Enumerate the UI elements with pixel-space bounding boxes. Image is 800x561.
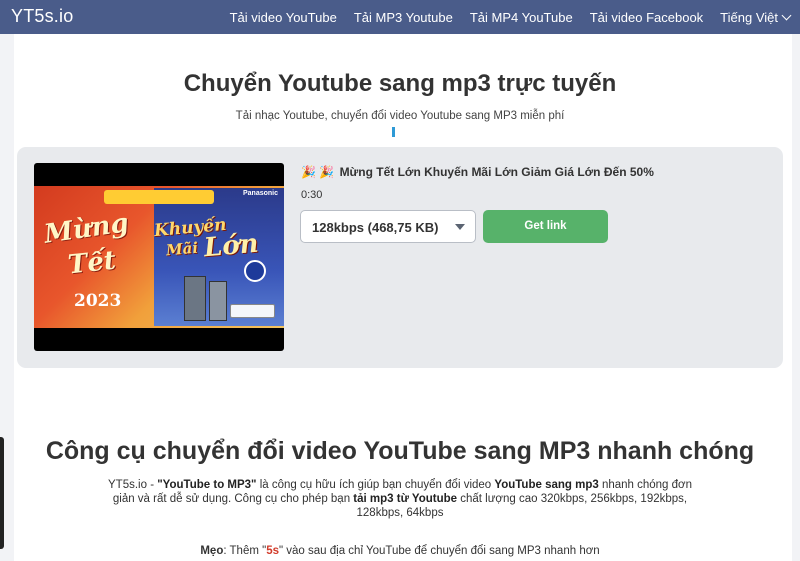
fridge-image [184,276,206,321]
tip-part: : Thêm " [223,545,267,557]
video-title: 🎉 🎉 Mừng Tết Lớn Khuyến Mãi Lớn Giảm Giá… [301,165,654,179]
thumbnail-text-lon: Lớn [202,228,260,264]
desc-bold: tải mp3 từ Youtube [353,493,458,505]
nav-link-youtube-mp3[interactable]: Tải MP3 Youtube [354,10,453,25]
nav-link-youtube-mp4[interactable]: Tải MP4 YouTube [470,10,573,25]
desc-bold: YouTube sang mp3 [494,479,599,491]
tip-label: Mẹo [200,545,224,557]
page-subtitle: Tải nhạc Youtube, chuyển đổi video Youtu… [235,110,565,122]
badge-icon [244,260,266,282]
quality-select[interactable]: 128kbps (468,75 KB) [300,210,476,243]
loading-indicator [392,127,395,137]
thumbnail-text-mung: Mừng [42,208,131,250]
thumbnail-brand: Panasonic [242,190,278,197]
video-duration: 0:30 [301,189,323,201]
air-conditioner-image [230,304,275,318]
thumbnail-text-tet: Tết [66,245,118,281]
thumbnail-artwork: Panasonic Mừng Tết 2023 Khuyến Mãi Lớn [34,186,284,328]
language-dropdown[interactable]: Tiếng Việt [720,9,792,25]
get-link-button[interactable]: Get link [483,210,608,243]
caret-down-icon [455,224,465,230]
desc-bold: "YouTube to MP3" [157,479,257,491]
thumbnail-text-mai: Mãi [165,238,199,260]
chevron-down-icon [781,10,792,20]
tip-highlight: 5s [266,545,279,557]
page-title: Chuyển Youtube sang mp3 trực tuyến [183,70,617,97]
section-title: Công cụ chuyển đổi video YouTube sang MP… [45,437,755,465]
desc-text: YT5s.io - [108,479,158,491]
tip-text: Mẹo: Thêm "5s" vào sau địa chỉ YouTube đ… [0,545,800,557]
video-thumbnail[interactable]: Panasonic Mừng Tết 2023 Khuyến Mãi Lớn [34,163,284,351]
quality-select-value: 128kbps (468,75 KB) [312,220,439,235]
nav-link-facebook-video[interactable]: Tải video Facebook [590,10,703,25]
video-title-text: Mừng Tết Lớn Khuyến Mãi Lớn Giảm Giá Lớn… [339,165,654,179]
thumbnail-banner [104,190,214,204]
language-label: Tiếng Việt [720,9,778,25]
tip-part: " vào sau địa chỉ YouTube để chuyển đổi … [279,545,600,557]
top-navbar: YT5s.io Tải video YouTube Tải MP3 Youtub… [0,0,800,34]
party-popper-icon: 🎉 🎉 [301,165,335,179]
side-feedback-tab[interactable] [0,437,4,549]
fridge-image [209,281,227,321]
desc-text: là công cụ hữu ích giúp bạn chuyển đổi v… [256,479,495,491]
site-logo[interactable]: YT5s.io [11,6,73,27]
tool-description: YT5s.io - "YouTube to MP3" là công cụ hữ… [104,478,696,520]
nav-links: Tải video YouTube Tải MP3 Youtube Tải MP… [213,0,792,34]
thumbnail-text-year: 2023 [74,291,122,311]
nav-link-youtube-video[interactable]: Tải video YouTube [230,10,337,25]
